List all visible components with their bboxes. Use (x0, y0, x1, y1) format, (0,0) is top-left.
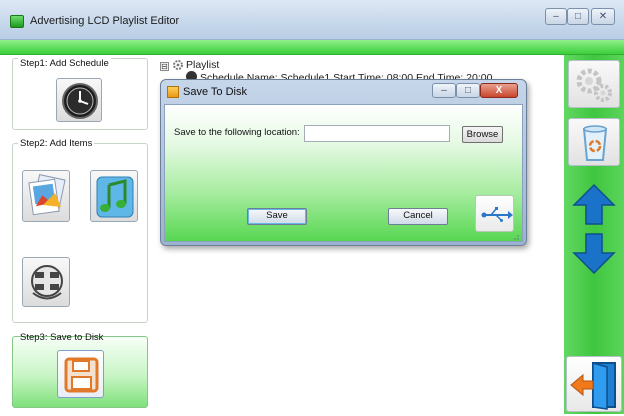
move-down-button[interactable] (568, 231, 620, 276)
dialog-app-icon (167, 86, 179, 98)
image-icon (28, 174, 66, 216)
save-button[interactable]: Save (247, 208, 307, 225)
dialog-close-button[interactable]: X (480, 83, 518, 98)
dialog-title: Save To Disk (183, 86, 247, 98)
app-icon (10, 15, 24, 28)
playlist-gears-icon (172, 59, 184, 71)
tree-expander[interactable]: ⊟ (160, 62, 169, 71)
exit-button[interactable] (566, 356, 622, 412)
add-image-button[interactable] (22, 170, 70, 222)
usb-icon (481, 207, 513, 222)
save-to-disk-button[interactable] (57, 350, 104, 398)
maximize-button[interactable]: □ (567, 8, 589, 25)
browse-button[interactable]: Browse (462, 126, 503, 143)
arrow-down-icon (572, 233, 616, 275)
cancel-button[interactable]: Cancel (388, 208, 448, 225)
clock-icon (62, 83, 98, 119)
settings-button[interactable] (568, 60, 620, 108)
location-label: Save to the following location: (174, 127, 300, 138)
minimize-button[interactable]: – (545, 8, 567, 25)
add-schedule-button[interactable] (56, 78, 102, 122)
gears-icon (576, 68, 612, 102)
move-up-button[interactable] (568, 182, 620, 227)
step2-label: Step2: Add Items (18, 138, 95, 149)
resize-grip[interactable] (512, 232, 520, 240)
delete-button[interactable] (568, 118, 620, 166)
arrow-up-icon (572, 183, 616, 225)
tree-root-label[interactable]: Playlist (186, 59, 219, 71)
video-reel-icon (31, 265, 63, 300)
dialog-maximize-button[interactable]: □ (456, 83, 480, 98)
close-button[interactable]: ✕ (591, 8, 615, 25)
exit-door-icon (570, 362, 616, 410)
step1-label: Step1: Add Schedule (18, 58, 111, 69)
add-music-button[interactable] (90, 170, 138, 222)
dialog-minimize-button[interactable]: – (432, 83, 456, 98)
usb-drive-button[interactable] (475, 195, 514, 232)
floppy-disk-icon (64, 357, 99, 393)
window-title: Advertising LCD Playlist Editor (30, 15, 180, 27)
location-input[interactable] (304, 125, 450, 142)
header-band (0, 40, 624, 55)
add-video-button[interactable] (22, 257, 70, 307)
step3-label: Step3: Save to Disk (20, 332, 104, 343)
music-icon (96, 176, 134, 218)
recycle-bin-icon (582, 125, 608, 161)
